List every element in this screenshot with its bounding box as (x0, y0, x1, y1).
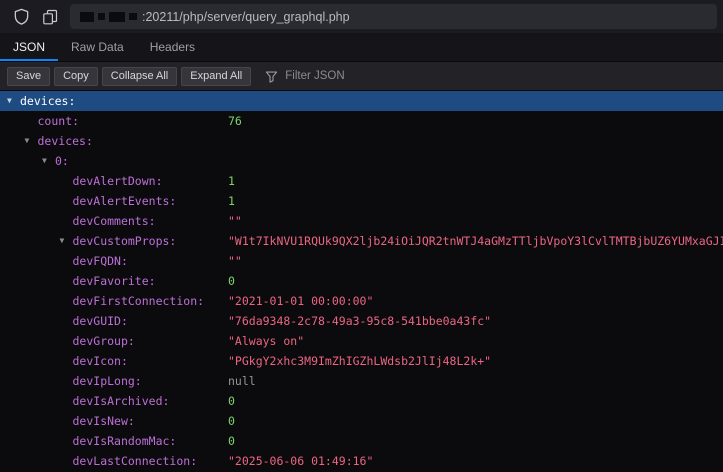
json-value: 76 (228, 111, 242, 131)
json-key: 0: (55, 151, 69, 171)
json-value: null (228, 371, 256, 391)
redacted-host (80, 12, 137, 22)
json-key: devComments: (73, 211, 156, 231)
json-value: "PGkgY2xhc3M9ImZhIGZhLWdsb2JlIj48L2k+" (228, 351, 491, 371)
json-key: devIcon: (73, 351, 128, 371)
tab-bar: JSON Raw Data Headers (0, 33, 723, 62)
json-row[interactable]: devAlertEvents: 1 (0, 191, 723, 211)
collapse-all-button[interactable]: Collapse All (102, 67, 177, 86)
json-value: 0 (228, 271, 235, 291)
json-value: 0 (228, 411, 235, 431)
json-value: 0 (228, 431, 235, 451)
json-key: devIsRandomMac: (73, 431, 177, 451)
json-row[interactable]: devGroup: "Always on" (0, 331, 723, 351)
tab-raw-data[interactable]: Raw Data (58, 33, 137, 61)
json-key: devices: (20, 91, 75, 111)
json-row[interactable]: devFirstConnection: "2021-01-01 00:00:00" (0, 291, 723, 311)
json-key: devGroup: (73, 331, 135, 351)
url-bar[interactable]: :20211/php/server/query_graphql.php (70, 4, 717, 29)
expand-arrow-icon[interactable]: ▼ (7, 91, 12, 111)
json-value: 1 (228, 171, 235, 191)
save-button[interactable]: Save (7, 67, 50, 86)
json-row[interactable]: devFQDN: "" (0, 251, 723, 271)
json-row[interactable]: ▼ devices: (0, 131, 723, 151)
json-key: devLastConnection: (73, 451, 198, 471)
json-value: "2025-06-06 01:49:16" (228, 451, 373, 471)
json-value: "" (228, 211, 242, 231)
json-key: devIpLong: (73, 371, 142, 391)
json-value: "W1t7IkNVU1RQUk9QX2ljb24iOiJQR2tnWTJ4aGM… (228, 231, 723, 251)
json-row[interactable]: devAlertDown: 1 (0, 171, 723, 191)
browser-chrome: :20211/php/server/query_graphql.php (0, 0, 723, 33)
filter-input[interactable] (283, 69, 707, 83)
json-row[interactable]: devIsNew: 0 (0, 411, 723, 431)
expand-arrow-icon[interactable]: ▼ (60, 231, 65, 251)
json-row[interactable]: devIpLong: null (0, 371, 723, 391)
json-value: "Always on" (228, 331, 304, 351)
json-value: "2021-01-01 00:00:00" (228, 291, 373, 311)
json-value: 1 (228, 191, 235, 211)
json-key: devices: (38, 131, 93, 151)
json-row[interactable]: ▼ 0: (0, 151, 723, 171)
json-key: devAlertEvents: (73, 191, 177, 211)
expand-all-button[interactable]: Expand All (181, 67, 251, 86)
json-key: devAlertDown: (73, 171, 163, 191)
tab-json[interactable]: JSON (0, 33, 58, 61)
json-tree: ▼devices:count:76▼devices:▼0:devAlertDow… (0, 91, 723, 472)
json-value: "" (228, 251, 242, 271)
copy-button[interactable]: Copy (54, 67, 98, 86)
json-row[interactable]: ▼ devCustomProps: "W1t7IkNVU1RQUk9QX2ljb24… (0, 231, 723, 251)
url-text: :20211/php/server/query_graphql.php (142, 10, 350, 24)
json-key: devIsArchived: (73, 391, 170, 411)
json-key: devCustomProps: (73, 231, 177, 251)
json-row[interactable]: devLastConnection: "2025-06-06 01:49:16" (0, 451, 723, 471)
json-key: devIsNew: (73, 411, 135, 431)
json-value: "76da9348-2c78-49a3-95c8-541bbe0a43fc" (228, 311, 491, 331)
tab-headers[interactable]: Headers (137, 33, 208, 61)
json-value: 0 (228, 391, 235, 411)
json-key: count: (38, 111, 80, 131)
funnel-icon (264, 69, 278, 83)
json-row[interactable]: devIsRandomMac: 0 (0, 431, 723, 451)
json-row[interactable]: devIcon: "PGkgY2xhc3M9ImZhIGZhLWdsb2JlIj4… (0, 351, 723, 371)
json-row[interactable]: devIsArchived: 0 (0, 391, 723, 411)
json-key: devGUID: (73, 311, 128, 331)
json-toolbar: Save Copy Collapse All Expand All (0, 62, 723, 91)
json-row[interactable]: devGUID: "76da9348-2c78-49a3-95c8-541bbe0… (0, 311, 723, 331)
json-row[interactable]: devFavorite: 0 (0, 271, 723, 291)
expand-arrow-icon[interactable]: ▼ (25, 131, 30, 151)
shield-icon[interactable] (12, 8, 30, 26)
json-key: devFQDN: (73, 251, 128, 271)
pages-icon[interactable] (41, 8, 59, 26)
json-row[interactable]: devComments: "" (0, 211, 723, 231)
json-key: devFirstConnection: (73, 291, 205, 311)
json-key: devFavorite: (73, 271, 156, 291)
expand-arrow-icon[interactable]: ▼ (42, 151, 47, 171)
json-row[interactable]: ▼ devices: (0, 91, 723, 111)
json-row[interactable]: count: 76 (0, 111, 723, 131)
